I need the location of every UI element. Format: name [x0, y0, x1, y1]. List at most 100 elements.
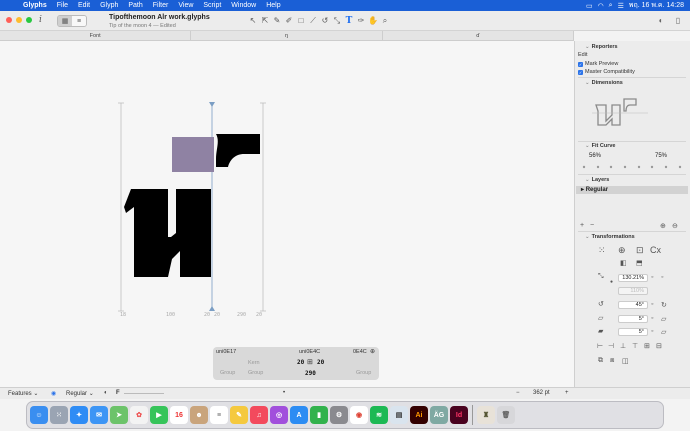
music-icon[interactable]: ♫ — [250, 406, 268, 424]
right-glyph-name[interactable]: 0E4C — [353, 349, 367, 355]
finder-icon[interactable]: ☺ — [30, 406, 48, 424]
layer-action-icon[interactable]: ⊕ — [660, 222, 666, 230]
skew-right-icon[interactable]: ▱ — [661, 328, 666, 336]
skew-field[interactable]: 5° — [618, 328, 648, 336]
left-group-label[interactable]: Group — [220, 370, 235, 376]
primitives-tool-icon[interactable]: □ — [295, 15, 307, 26]
reporters-edit-link[interactable]: Edit — [578, 52, 587, 58]
transformations-title[interactable]: ⌄ Transformations — [585, 234, 635, 240]
left-sidebearing-value[interactable]: 20 — [297, 359, 304, 366]
rotate-cw-icon[interactable]: ↻ — [661, 301, 667, 309]
fit-curve-title[interactable]: ⌄ Fit Curve — [585, 143, 615, 149]
preview-size-slider[interactable] — [124, 393, 164, 394]
contacts-icon[interactable]: ☻ — [190, 406, 208, 424]
align-bottom-icon[interactable]: ⊟ — [656, 342, 662, 350]
scale-field-vertical[interactable]: 110% — [618, 287, 648, 295]
control-center-icon[interactable]: ☰ — [618, 2, 624, 10]
draw-tool-icon[interactable]: ✎ — [271, 15, 283, 26]
battery-icon[interactable]: ▭ — [586, 2, 593, 10]
menu-view[interactable]: View — [173, 2, 198, 9]
fit-curve-left-value[interactable]: 56% — [589, 153, 601, 159]
minimize-window-button[interactable] — [16, 17, 22, 23]
align-left-icon[interactable]: ⊢ — [597, 342, 603, 350]
remove-layer-icon[interactable]: − — [590, 222, 594, 229]
center-group-label[interactable]: Group — [248, 370, 263, 376]
facetime-icon[interactable]: ▶ — [150, 406, 168, 424]
transform-origin-center-icon[interactable]: ⊕ — [618, 245, 626, 256]
knife-tool-icon[interactable]: ⟋ — [307, 15, 319, 26]
zoom-in-icon[interactable]: + — [565, 390, 569, 396]
scale-field[interactable]: 130.21% — [618, 274, 648, 282]
scale-tool-icon[interactable]: ⤡ — [331, 15, 343, 26]
preview-eye-icon[interactable]: ◉ — [51, 390, 56, 397]
glyphs-app-icon[interactable]: ÄG — [430, 406, 448, 424]
master-popup[interactable]: Regular ⌄ — [66, 390, 94, 397]
reporters-title[interactable]: ⌄ Reporters — [585, 44, 618, 50]
proportional-lock-icon[interactable]: ● — [610, 279, 613, 285]
menu-glyph[interactable]: Glyph — [95, 2, 123, 9]
wifi-icon[interactable]: ◠ — [598, 2, 604, 10]
hand-tool-icon[interactable]: ✋ — [367, 15, 379, 26]
annotation-tool-icon[interactable]: ✑ — [355, 15, 367, 26]
features-popup[interactable]: Features ⌄ — [8, 390, 38, 397]
info-icon[interactable]: i — [39, 15, 42, 25]
spotify-icon[interactable]: ≋ — [370, 406, 388, 424]
search-icon[interactable]: ⌕ — [609, 2, 613, 10]
text-tool-icon[interactable]: T — [343, 15, 355, 26]
slant-right-icon[interactable]: ▱ — [661, 315, 666, 323]
rotate-icon[interactable]: ↺ — [598, 300, 604, 308]
rotate-ccw-icon[interactable]: ◦ — [651, 301, 653, 308]
tab-font[interactable]: Font — [0, 31, 192, 40]
transform-origin-grid-icon[interactable]: ⁙ — [598, 245, 606, 256]
chrome-icon[interactable]: ◉ — [350, 406, 368, 424]
maps-icon[interactable]: ➤ — [110, 406, 128, 424]
pencil-tool-icon[interactable]: ✐ — [283, 15, 295, 26]
indesign-icon[interactable]: Id — [450, 406, 468, 424]
checkbox-checked-icon[interactable]: ✓ — [578, 61, 583, 67]
zoom-tool-icon[interactable]: ⌕ — [379, 15, 391, 26]
mail-icon[interactable]: ✉ — [90, 406, 108, 424]
close-window-button[interactable] — [6, 17, 12, 23]
rotate-field[interactable]: 45° — [618, 301, 648, 309]
preview-fill-icon[interactable]: ◐ — [104, 390, 108, 396]
photos-icon[interactable]: ✿ — [130, 406, 148, 424]
right-sidebearing-value[interactable]: 20 — [317, 359, 324, 366]
glyph-info-icon[interactable]: ⊕ — [370, 348, 375, 355]
menu-path[interactable]: Path — [123, 2, 147, 9]
zoom-window-button[interactable] — [26, 17, 32, 23]
tab-glyph-1[interactable]: ŋ — [191, 31, 383, 40]
transform-origin-custom-icon[interactable]: Cx — [650, 245, 661, 255]
menu-app-name[interactable]: Glyphs — [18, 2, 52, 9]
menu-window[interactable]: Window — [226, 2, 261, 9]
mirror-horizontal-icon[interactable]: ◧ — [620, 259, 627, 267]
launchpad-icon[interactable]: ⁙ — [50, 406, 68, 424]
zoom-out-icon[interactable]: − — [516, 390, 520, 396]
calendar-icon[interactable]: 16 — [170, 406, 188, 424]
slant-field[interactable]: 5° — [618, 315, 648, 323]
menu-edit[interactable]: Edit — [73, 2, 95, 9]
transform-origin-bounds-icon[interactable]: ⊡ — [636, 245, 644, 256]
layer-row-regular[interactable]: ▸ Regular — [576, 186, 688, 194]
menu-script[interactable]: Script — [198, 2, 226, 9]
app-store-icon[interactable]: A — [290, 406, 308, 424]
layer-expand-icon[interactable]: ▸ — [581, 187, 584, 193]
right-group-label[interactable]: Group — [356, 370, 371, 376]
skew-icon[interactable]: ▰ — [598, 327, 603, 335]
preview-icon[interactable]: ◐ — [655, 15, 667, 26]
system-settings-icon[interactable]: ⚙ — [330, 406, 348, 424]
align-right-icon[interactable]: ⊥ — [620, 342, 626, 350]
reminders-icon[interactable]: ≡ — [210, 406, 228, 424]
align-center-icon[interactable]: ⊣ — [608, 342, 614, 350]
zoom-level[interactable]: 362 pt — [533, 390, 550, 396]
reporter-master-compatibility[interactable]: ✓ Master Compatibility — [578, 69, 635, 75]
fit-curve-slider[interactable] — [580, 164, 686, 170]
safari-icon[interactable]: ✦ — [70, 406, 88, 424]
scale-icon[interactable]: ⤡ — [598, 273, 604, 281]
checkbox-checked-icon[interactable]: ✓ — [578, 69, 583, 75]
archive-utility-icon[interactable]: ♜ — [477, 406, 495, 424]
align-top-icon[interactable]: ⊤ — [632, 342, 638, 350]
dimensions-title[interactable]: ⌄ Dimensions — [585, 80, 623, 86]
menu-filter[interactable]: Filter — [148, 2, 174, 9]
slant-icon[interactable]: ▱ — [598, 314, 603, 322]
podcasts-icon[interactable]: ◎ — [270, 406, 288, 424]
